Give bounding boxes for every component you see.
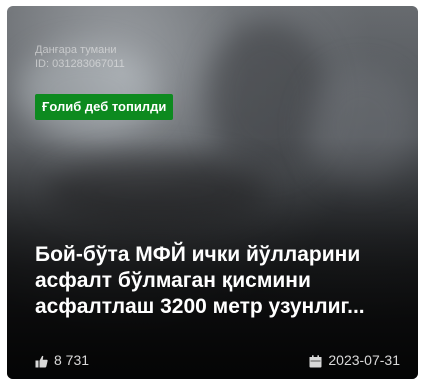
likes-count: 8 731 (35, 351, 89, 369)
card-date: 2023-07-31 (309, 351, 400, 369)
card-title[interactable]: Бой-бўта МФЙ ички йўлларини асфалт бўлма… (35, 242, 415, 320)
likes-value: 8 731 (54, 352, 90, 368)
district-label: Данғара тумани (35, 44, 117, 56)
project-card[interactable]: Данғара тумани ID: 031283067011 Ғолиб де… (7, 6, 418, 379)
calendar-icon (309, 354, 322, 367)
thumbs-up-icon (35, 354, 48, 367)
date-value: 2023-07-31 (328, 352, 400, 368)
project-id: ID: 031283067011 (35, 58, 125, 70)
status-badge: Ғолиб деб топилди (35, 94, 174, 120)
card-meta: Данғара тумани ID: 031283067011 (35, 43, 125, 71)
